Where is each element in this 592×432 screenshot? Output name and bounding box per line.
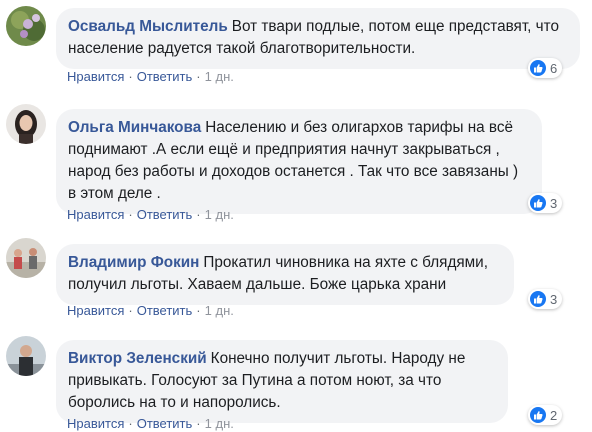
timestamp[interactable]: 1 дн. <box>205 416 234 431</box>
comment-author[interactable]: Ольга Минчакова <box>68 119 201 136</box>
like-link[interactable]: Нравится <box>67 303 124 318</box>
timestamp[interactable]: 1 дн. <box>205 207 234 222</box>
comment-author[interactable]: Владимир Фокин <box>68 254 199 271</box>
comment-bubble: Ольга Минчакова Населению и без олигархов… <box>56 109 542 214</box>
reaction-number: 6 <box>550 60 558 76</box>
reaction-number: 3 <box>550 195 558 211</box>
separator-dot: · <box>196 416 201 431</box>
separator-dot: · <box>196 207 201 222</box>
separator-dot: · <box>196 69 201 84</box>
comment-author[interactable]: Освальд Мыслитель <box>68 18 228 35</box>
avatar[interactable] <box>6 6 46 46</box>
comment-bubble: Владимир Фокин Прокатил чиновника на яхте… <box>56 244 514 305</box>
comment-author[interactable]: Виктор Зеленский <box>68 350 207 367</box>
comment-actions: Нравится · Ответить · 1 дн. <box>67 69 234 85</box>
separator-dot: · <box>128 69 133 84</box>
reaction-count[interactable]: 2 <box>528 405 563 425</box>
reaction-count[interactable]: 3 <box>528 193 563 213</box>
like-link[interactable]: Нравится <box>67 207 124 222</box>
separator-dot: · <box>128 207 133 222</box>
reaction-count[interactable]: 3 <box>528 289 563 309</box>
like-icon <box>530 195 546 211</box>
reaction-number: 3 <box>550 291 558 307</box>
like-icon <box>530 60 546 76</box>
separator-dot: · <box>128 303 133 318</box>
like-icon <box>530 407 546 423</box>
timestamp[interactable]: 1 дн. <box>205 69 234 84</box>
comment-bubble: Освальд Мыслитель Вот твари подлые, потом… <box>56 8 580 69</box>
reply-link[interactable]: Ответить <box>137 69 193 84</box>
separator-dot: · <box>128 416 133 431</box>
avatar[interactable] <box>6 238 46 278</box>
comment-actions: Нравится · Ответить · 1 дн. <box>67 207 234 223</box>
reaction-number: 2 <box>550 407 558 423</box>
reply-link[interactable]: Ответить <box>137 303 193 318</box>
like-icon <box>530 291 546 307</box>
like-link[interactable]: Нравится <box>67 416 124 431</box>
reply-link[interactable]: Ответить <box>137 416 193 431</box>
like-link[interactable]: Нравится <box>67 69 124 84</box>
timestamp[interactable]: 1 дн. <box>205 303 234 318</box>
avatar[interactable] <box>6 104 46 144</box>
comment-bubble: Виктор Зеленский Конечно получит льготы. … <box>56 340 508 423</box>
avatar[interactable] <box>6 336 46 376</box>
separator-dot: · <box>196 303 201 318</box>
reply-link[interactable]: Ответить <box>137 207 193 222</box>
reaction-count[interactable]: 6 <box>528 58 563 78</box>
comment-actions: Нравится · Ответить · 1 дн. <box>67 303 234 319</box>
comment-actions: Нравится · Ответить · 1 дн. <box>67 416 234 432</box>
